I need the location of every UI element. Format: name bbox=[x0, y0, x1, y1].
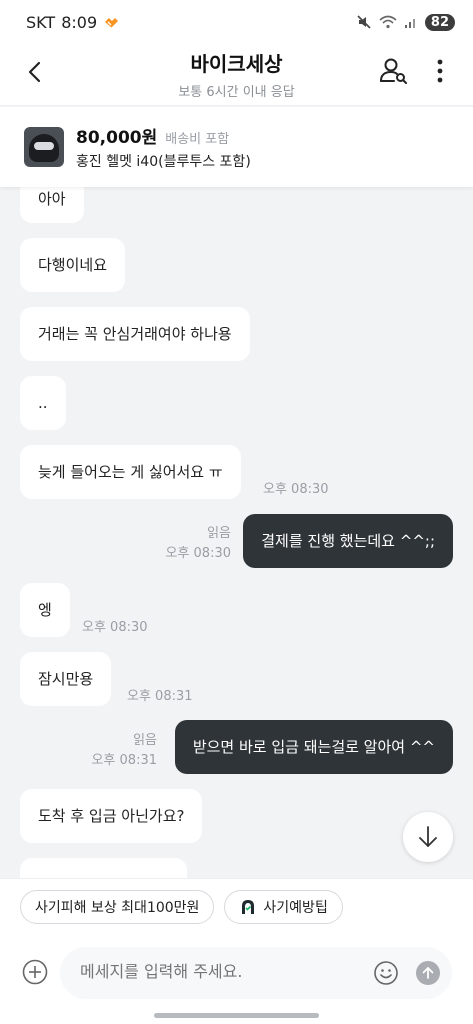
message-time: 오후 08:31 bbox=[91, 753, 157, 768]
message-text: 받으면 바로 입금 돼는걸로 알아여 ^^ bbox=[192, 738, 435, 756]
message-bubble-incoming[interactable]: 잠시만용 bbox=[20, 652, 112, 706]
message-bubble-incoming[interactable]: 늦게 들어오는 게 싫어서요 ㅠ bbox=[20, 445, 241, 499]
arrow-up-icon bbox=[422, 967, 434, 979]
message-bubble-incoming[interactable]: 다행이네요 bbox=[20, 238, 126, 292]
chip-label: 사기예방팁 bbox=[263, 900, 328, 916]
quick-chips: 사기피해 보상 최대100만원 사기예방팁 bbox=[20, 890, 343, 924]
message-text: 결제를 진행 했는데요 ^^;; bbox=[261, 532, 435, 550]
message-time: 오후 08:30 bbox=[82, 620, 148, 635]
message-text: 잠시만용 bbox=[38, 670, 94, 688]
shipping-info: 배송비 포함 bbox=[165, 132, 230, 147]
message-time: 오후 08:30 bbox=[165, 546, 231, 561]
status-right: 82 bbox=[356, 13, 455, 31]
carrier-label: SKT bbox=[26, 12, 56, 32]
price-line: 80,000원 배송비 포함 bbox=[76, 123, 251, 148]
battery-level: 82 bbox=[424, 13, 455, 31]
message-bubble-incoming[interactable]: 도착 후 입금 아닌가요? bbox=[20, 789, 203, 843]
message-time: 오후 08:31 bbox=[127, 689, 193, 704]
chat-area[interactable]: 아아 다행이네요 거래는 꼭 안심거래여야 하나용 .. 늦게 들어오는 게 싫… bbox=[0, 187, 473, 878]
product-banner[interactable]: 80,000원 배송비 포함 홍진 헬멧 i40(블루투스 포함) bbox=[0, 107, 473, 187]
status-left: SKT 8:09 bbox=[26, 13, 120, 32]
read-receipt: 읽음 bbox=[207, 526, 231, 541]
helmet-visor bbox=[34, 142, 54, 150]
message-text: .. bbox=[38, 394, 48, 412]
emoji-icon[interactable] bbox=[373, 960, 399, 986]
product-name: 홍진 헬멧 i40(블루투스 포함) bbox=[76, 154, 251, 170]
chip-label: 사기피해 보상 최대100만원 bbox=[35, 900, 200, 916]
message-input[interactable] bbox=[80, 962, 360, 981]
message-text: 다행이네요 bbox=[38, 256, 108, 274]
message-input-box[interactable] bbox=[60, 947, 452, 999]
clock: 8:09 bbox=[61, 12, 98, 32]
fraud-compensation-chip[interactable]: 사기피해 보상 최대100만원 bbox=[20, 890, 215, 924]
safety-shield-icon bbox=[242, 900, 255, 914]
arrow-down-icon bbox=[419, 826, 437, 847]
message-bubble-outgoing[interactable]: 받으면 바로 입금 돼는걸로 알아여 ^^ bbox=[174, 720, 453, 774]
message-text: 거래는 꼭 안심거래여야 하나용 bbox=[38, 325, 232, 343]
message-bubble-incoming[interactable]: 아아 bbox=[20, 187, 84, 223]
home-indicator bbox=[154, 1013, 319, 1018]
send-button[interactable] bbox=[416, 961, 440, 985]
wifi-icon bbox=[379, 15, 397, 29]
read-receipt: 읽음 bbox=[133, 733, 157, 748]
product-price: 80,000원 bbox=[76, 128, 158, 148]
more-options-icon[interactable] bbox=[433, 57, 447, 85]
message-bubble-incoming[interactable]: .. bbox=[20, 376, 66, 430]
message-text: 늦게 들어오는 게 싫어서요 ㅠ bbox=[38, 463, 223, 481]
mute-icon bbox=[357, 15, 371, 29]
message-text: 도착 후 입금 아닌가요? bbox=[38, 807, 185, 825]
scroll-to-bottom-button[interactable] bbox=[403, 812, 453, 862]
message-bubble-outgoing[interactable]: 결제를 진행 했는데요 ^^;; bbox=[243, 514, 453, 568]
add-attachment-icon[interactable] bbox=[22, 959, 48, 985]
app-notification-icon bbox=[105, 18, 119, 28]
product-info: 80,000원 배송비 포함 홍진 헬멧 i40(블루투스 포함) bbox=[76, 123, 251, 171]
message-bubble-incoming[interactable] bbox=[20, 858, 187, 878]
message-text: 엥 bbox=[38, 601, 52, 619]
chat-header: 바이크세상 보통 6시간 이내 응답 bbox=[0, 44, 473, 106]
signal-icon bbox=[404, 19, 415, 28]
profile-search-icon[interactable] bbox=[379, 56, 409, 86]
message-bubble-incoming[interactable]: 거래는 꼭 안심거래여야 하나용 bbox=[20, 307, 250, 361]
message-text: 아아 bbox=[38, 190, 66, 208]
product-thumbnail[interactable] bbox=[24, 127, 64, 167]
message-bubble-incoming[interactable]: 엥 bbox=[20, 583, 70, 637]
message-time: 오후 08:30 bbox=[263, 482, 329, 497]
fraud-prevention-chip[interactable]: 사기예방팁 bbox=[224, 890, 343, 924]
composer-area: 사기피해 보상 최대100만원 사기예방팁 bbox=[0, 878, 473, 1024]
status-bar: SKT 8:09 82 bbox=[0, 0, 473, 44]
